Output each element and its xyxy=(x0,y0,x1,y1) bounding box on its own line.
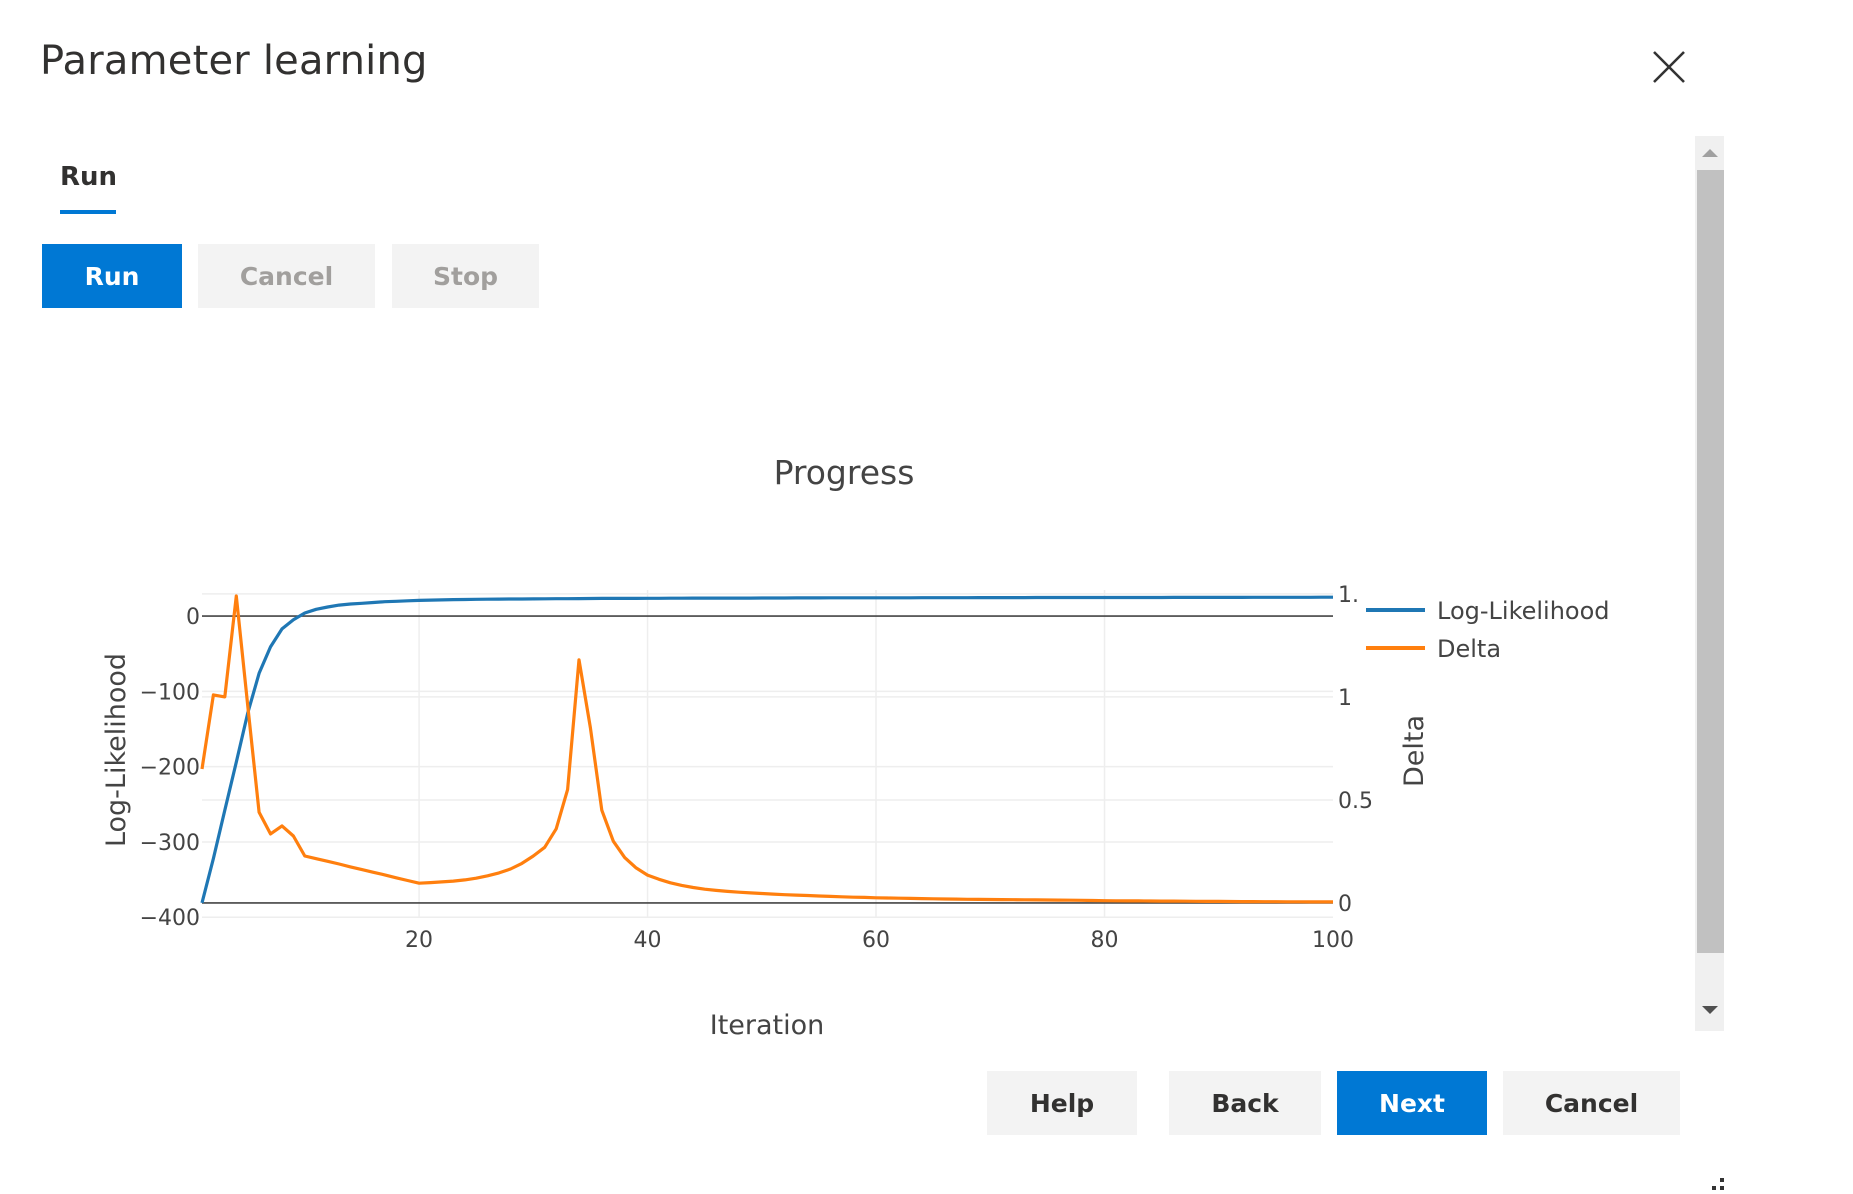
legend-item-loglikelihood[interactable]: Log-Likelihood xyxy=(1366,597,1610,625)
x-tick-label: 100 xyxy=(1312,928,1354,953)
scroll-up-arrow-icon[interactable] xyxy=(1695,136,1724,170)
x-tick-label: 40 xyxy=(634,928,662,953)
chart-title: Progress xyxy=(774,453,915,492)
legend-label-loglikelihood: Log-Likelihood xyxy=(1437,597,1610,625)
back-button[interactable]: Back xyxy=(1169,1071,1321,1135)
help-button[interactable]: Help xyxy=(987,1071,1137,1135)
resize-grip-icon[interactable] xyxy=(1708,1176,1726,1194)
x-axis-title: Iteration xyxy=(710,1010,825,1041)
y2-tick-label: 0.5 xyxy=(1338,789,1373,814)
tab-run-label: Run xyxy=(60,162,118,192)
tab-active-indicator xyxy=(60,210,116,214)
cancel-run-button[interactable]: Cancel xyxy=(198,244,375,308)
y-tick-label: −400 xyxy=(140,906,200,931)
stop-button[interactable]: Stop xyxy=(392,244,539,308)
y2-tick-label: 1 xyxy=(1338,686,1352,711)
progress-chart: 20 40 60 80 100 0 −100 −200 −300 −400 1. 1 0.5 0 Prog… xyxy=(101,453,1610,1041)
tick-labels: 20 40 60 80 100 0 −100 −200 −300 −400 1. 1 0.5 0 xyxy=(140,583,1373,953)
y2-tick-label: 1. xyxy=(1338,583,1359,608)
scroll-thumb[interactable] xyxy=(1697,170,1724,953)
y2-axis-title: Delta xyxy=(1399,715,1430,787)
grid-layer xyxy=(202,590,1333,918)
y-axis-title: Log-Likelihood xyxy=(101,653,132,847)
x-tick-label: 80 xyxy=(1091,928,1119,953)
y-tick-label: −300 xyxy=(140,831,200,856)
run-button[interactable]: Run xyxy=(42,244,182,308)
cancel-button[interactable]: Cancel xyxy=(1503,1071,1680,1135)
parameter-learning-dialog: Parameter learning Run Run Cancel Stop 2… xyxy=(0,0,1853,1194)
legend-label-delta: Delta xyxy=(1437,635,1501,663)
vertical-scrollbar[interactable] xyxy=(1695,136,1724,1031)
scroll-down-arrow-icon[interactable] xyxy=(1695,997,1724,1031)
y-tick-label: −100 xyxy=(140,680,200,705)
dialog-title: Parameter learning xyxy=(40,38,428,84)
close-button[interactable] xyxy=(1648,46,1690,88)
legend-item-delta[interactable]: Delta xyxy=(1366,635,1501,663)
next-button[interactable]: Next xyxy=(1337,1071,1487,1135)
series-line-delta xyxy=(200,594,1333,904)
series-layer xyxy=(200,594,1333,904)
y-tick-label: −200 xyxy=(140,756,200,781)
x-tick-label: 20 xyxy=(405,928,433,953)
close-icon xyxy=(1653,51,1685,83)
zero-lines xyxy=(202,615,1333,904)
tab-run[interactable]: Run xyxy=(60,160,118,216)
x-tick-label: 60 xyxy=(862,928,890,953)
y-tick-label: 0 xyxy=(186,605,200,630)
y2-tick-label: 0 xyxy=(1338,892,1352,917)
series-line-log-likelihood xyxy=(200,595,1333,904)
